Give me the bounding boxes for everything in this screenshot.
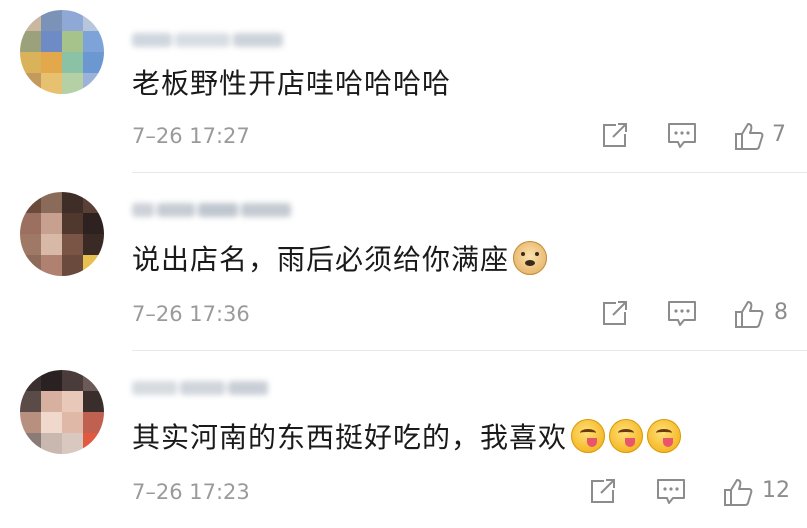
- comment-actions: 12: [0, 476, 807, 512]
- tongue-emoji: [647, 419, 682, 453]
- divider: [132, 172, 807, 173]
- username-blurred[interactable]: [132, 378, 282, 398]
- share-icon: [591, 479, 615, 503]
- like-count: 7: [772, 122, 786, 147]
- doge-emoji: [513, 241, 548, 275]
- like-count: 8: [774, 300, 788, 325]
- username-blurred[interactable]: [132, 200, 302, 220]
- share-button[interactable]: [588, 476, 620, 508]
- thumbs-up-icon: [724, 479, 753, 506]
- tongue-emoji: [609, 419, 644, 453]
- reply-button[interactable]: [666, 298, 698, 330]
- avatar[interactable]: [20, 192, 104, 276]
- comment-icon: [668, 301, 696, 326]
- comment-icon: [657, 479, 685, 504]
- share-button[interactable]: [600, 298, 632, 330]
- comment-actions: 7: [0, 120, 807, 156]
- avatar[interactable]: [20, 370, 104, 454]
- share-button[interactable]: [600, 120, 632, 152]
- comment-text: 老板野性开店哇哈哈哈哈: [132, 67, 452, 100]
- avatar[interactable]: [20, 10, 104, 94]
- like-button[interactable]: [722, 476, 754, 508]
- like-count: 12: [762, 478, 790, 503]
- thumbs-up-icon: [735, 301, 764, 328]
- share-icon: [603, 123, 627, 147]
- username-blurred[interactable]: [132, 30, 292, 50]
- comment-text: 其实河南的东西挺好吃的，我喜欢: [132, 416, 682, 456]
- reply-button[interactable]: [655, 476, 687, 508]
- thumbs-up-icon: [735, 123, 764, 150]
- tongue-emoji: [571, 419, 606, 453]
- divider: [132, 350, 807, 351]
- comment-text: 说出店名，雨后必须给你满座: [132, 238, 548, 278]
- like-button[interactable]: [733, 298, 765, 330]
- reply-button[interactable]: [666, 120, 698, 152]
- comment-actions: 8: [0, 298, 807, 334]
- comment-icon: [668, 123, 696, 148]
- like-button[interactable]: [733, 120, 765, 152]
- share-icon: [603, 301, 627, 325]
